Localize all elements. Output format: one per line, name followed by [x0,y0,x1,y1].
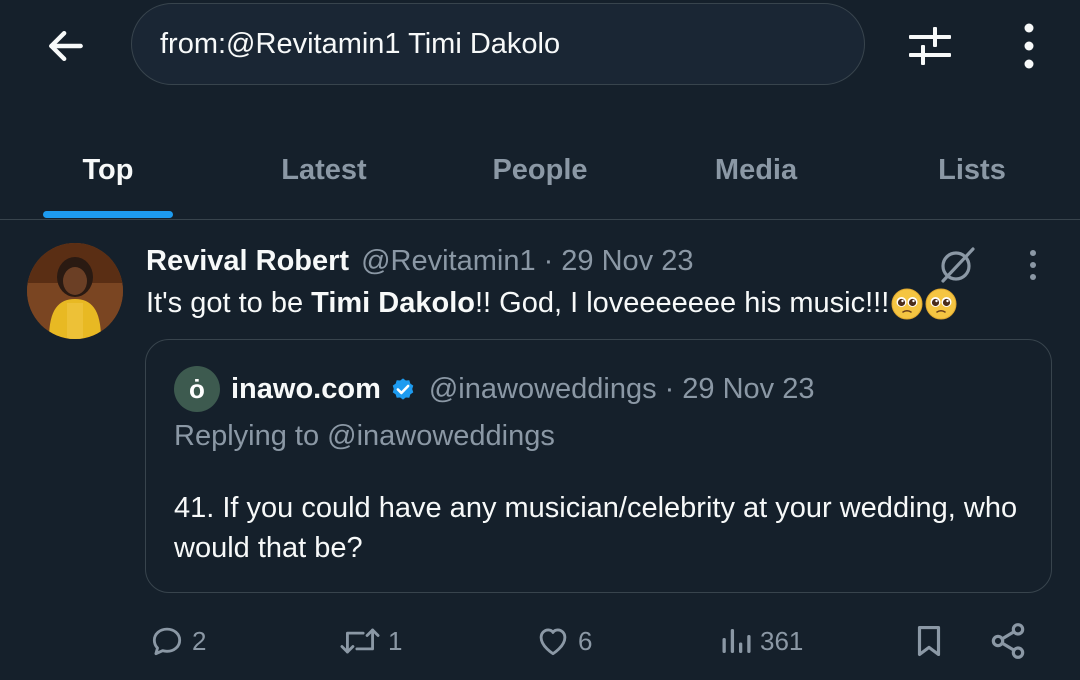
like-count: 6 [578,625,593,656]
quoted-header: inawo.com @inawoweddings · 29 Nov 23 [231,368,814,410]
search-filter-button[interactable] [900,18,960,74]
top-bar [0,0,1080,100]
sliders-icon [909,27,951,65]
more-vertical-icon [1024,23,1034,69]
tab-top[interactable]: Top [0,120,216,220]
search-tabs: Top Latest People Media Lists [0,120,1080,220]
separator: · [543,244,554,277]
search-input[interactable] [160,27,840,61]
tweet-text-end: !! God, I loveeeeeee his music!!! [474,287,890,319]
tweet-text-bold: Timi Dakolo [311,287,475,319]
quoted-avatar[interactable]: ȯ [174,366,220,412]
more-options-button[interactable] [1005,18,1053,74]
share-icon [991,623,1025,659]
tab-people[interactable]: People [432,120,648,220]
bookmark-icon [917,625,941,657]
tab-latest[interactable]: Latest [216,120,432,220]
like-button[interactable]: 6 [534,616,592,666]
views-button[interactable]: 361 [718,616,803,666]
grok-icon [941,247,975,283]
quoted-tweet[interactable]: ȯ inawo.com @inawoweddings · 29 Nov 23 R… [145,339,1052,593]
repost-count: 1 [388,625,403,656]
verified-badge-icon [389,375,417,403]
tweet[interactable]: Revival Robert @Revitamin1 · 29 Nov 23 I… [0,221,1080,680]
arrow-left-icon [49,30,83,62]
tweet-actions: 2 1 6 361 [0,616,1080,666]
tweet-more-button[interactable] [1015,245,1051,285]
reply-icon [152,627,182,656]
pleading-face-icon [891,288,923,319]
search-box[interactable] [131,3,865,85]
heart-icon [539,628,567,656]
active-tab-indicator [43,211,173,218]
replying-to: Replying to @inawoweddings [174,420,555,452]
share-button[interactable] [988,616,1028,666]
tweet-date[interactable]: 29 Nov 23 [561,245,693,278]
view-count: 361 [760,625,804,656]
reply-count: 2 [192,625,207,656]
quoted-date: 29 Nov 23 [682,372,815,405]
author-handle[interactable]: @Revitamin1 [361,245,536,278]
more-vertical-icon [1030,250,1036,280]
tab-media[interactable]: Media [648,120,864,220]
tweet-header: Revival Robert @Revitamin1 · 29 Nov 23 [146,241,693,281]
separator: · [664,372,675,405]
user-photo-icon [27,243,123,339]
grok-button[interactable] [935,243,979,287]
tweet-text-start: It's got to be [146,287,312,319]
back-button[interactable] [40,20,92,72]
reply-button[interactable]: 2 [148,616,206,666]
bookmark-button[interactable] [910,616,948,666]
author-name[interactable]: Revival Robert [146,245,349,278]
pleading-face-icon [925,288,957,319]
quoted-text: 41. If you could have any musician/celeb… [174,492,1018,564]
avatar[interactable] [27,243,123,339]
tweet-text: It's got to be Timi Dakolo!! God, I love… [146,287,957,320]
views-chart-icon [722,629,751,653]
quoted-author-name: inawo.com [231,372,381,405]
quoted-author-handle: @inawoweddings [428,372,657,405]
repost-icon [340,628,380,654]
repost-button[interactable]: 1 [338,616,402,666]
tab-lists[interactable]: Lists [864,120,1080,220]
